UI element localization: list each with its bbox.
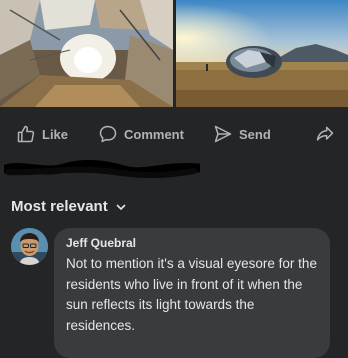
like-button[interactable]: Like [16,116,68,152]
comment-author-name[interactable]: Jeff Quebral [66,236,318,250]
share-button[interactable] [315,116,335,152]
redacted-content-scribble [4,160,200,178]
avatar[interactable] [11,228,48,265]
speech-bubble-icon [99,125,117,143]
send-button[interactable]: Send [213,116,271,152]
like-label: Like [42,126,69,142]
comment-label: Comment [124,126,184,142]
chevron-down-icon [116,204,126,210]
post-photo-grid [0,0,348,107]
paper-plane-icon [214,125,232,143]
share-arrow-icon [316,126,334,141]
thumbs-up-icon [17,125,35,143]
comment-text: Not to mention it's a visual eyesore for… [66,256,317,333]
sort-label: Most relevant [11,198,108,215]
mirrored-sphere-sculpture-field-photo[interactable] [176,0,348,107]
send-label: Send [239,126,271,142]
comment-sort-dropdown[interactable]: Most relevant [11,198,126,215]
post-action-bar: Like Comment Send [0,116,348,152]
mirrored-tunnel-sculpture-photo[interactable] [0,0,173,107]
comment-bubble[interactable]: Jeff Quebral Not to mention it's a visua… [54,228,330,358]
comment-button[interactable]: Comment [98,116,184,152]
